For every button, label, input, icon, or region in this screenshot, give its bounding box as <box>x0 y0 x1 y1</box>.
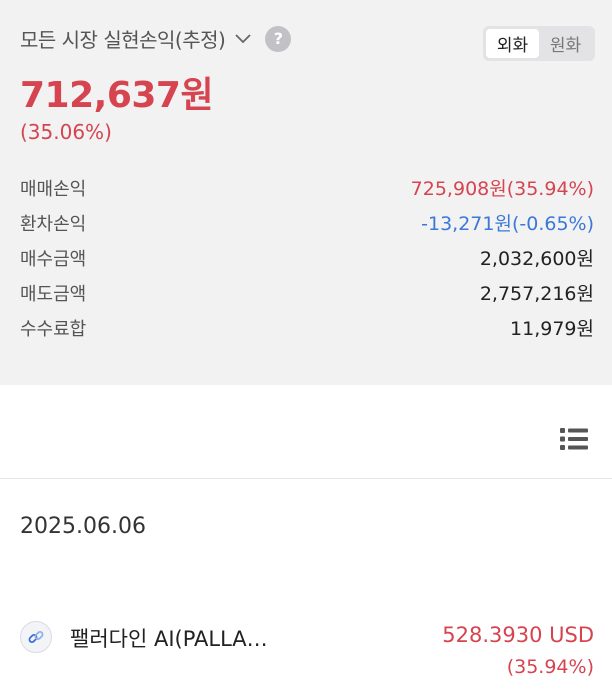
total-realized-profit: 712,637원 <box>20 75 214 116</box>
chain-link-icon <box>20 621 52 653</box>
row-value: 725,908원(35.94%) <box>410 178 594 200</box>
coin-realized-pct: (35.94%) <box>506 656 594 678</box>
summary-title: 모든 시장 실현손익(추정) <box>20 28 226 52</box>
section-divider <box>0 478 612 479</box>
row-value: 11,979원 <box>510 318 594 340</box>
row-label: 매매손익 <box>20 178 87 200</box>
currency-toggle: 외화 원화 <box>483 26 595 61</box>
row-value: -13,271원(-0.65%) <box>421 213 594 235</box>
summary-row-trading-profit: 매매손익 725,908원(35.94%) <box>20 170 594 205</box>
toggle-krw[interactable]: 원화 <box>539 29 592 58</box>
summary-rows: 매매손익 725,908원(35.94%) 환차손익 -13,271원(-0.6… <box>20 170 594 345</box>
date-header: 2025.06.06 <box>20 514 146 539</box>
coin-name: 팰러다인 AI(PALLA… <box>70 627 268 651</box>
toggle-foreign-currency[interactable]: 외화 <box>486 29 539 58</box>
row-value: 2,032,600원 <box>479 248 594 270</box>
summary-row-fx-profit: 환차손익 -13,271원(-0.65%) <box>20 205 594 240</box>
summary-row-sell-amount: 매도금액 2,757,216원 <box>20 275 594 310</box>
help-icon[interactable]: ? <box>265 25 292 52</box>
row-label: 수수료합 <box>20 318 87 340</box>
row-value: 2,757,216원 <box>479 283 594 305</box>
list-item[interactable]: 팰러다인 AI(PALLA… 528.3930 USD (35.94%) <box>20 618 594 678</box>
row-label: 매수금액 <box>20 248 87 270</box>
market-selector[interactable]: 모든 시장 실현손익(추정) ? <box>20 24 292 53</box>
row-label: 환차손익 <box>20 213 87 235</box>
total-realized-pct: (35.06%) <box>20 120 112 144</box>
summary-row-buy-amount: 매수금액 2,032,600원 <box>20 240 594 275</box>
summary-row-fees: 수수료합 11,979원 <box>20 310 594 345</box>
chevron-down-icon[interactable] <box>235 31 251 47</box>
row-label: 매도금액 <box>20 283 87 305</box>
coin-realized-amount: 528.3930 USD <box>442 623 594 647</box>
list-view-icon[interactable] <box>560 427 588 451</box>
summary-panel: 모든 시장 실현손익(추정) ? 외화 원화 712,637원 (35.06%)… <box>0 0 612 385</box>
